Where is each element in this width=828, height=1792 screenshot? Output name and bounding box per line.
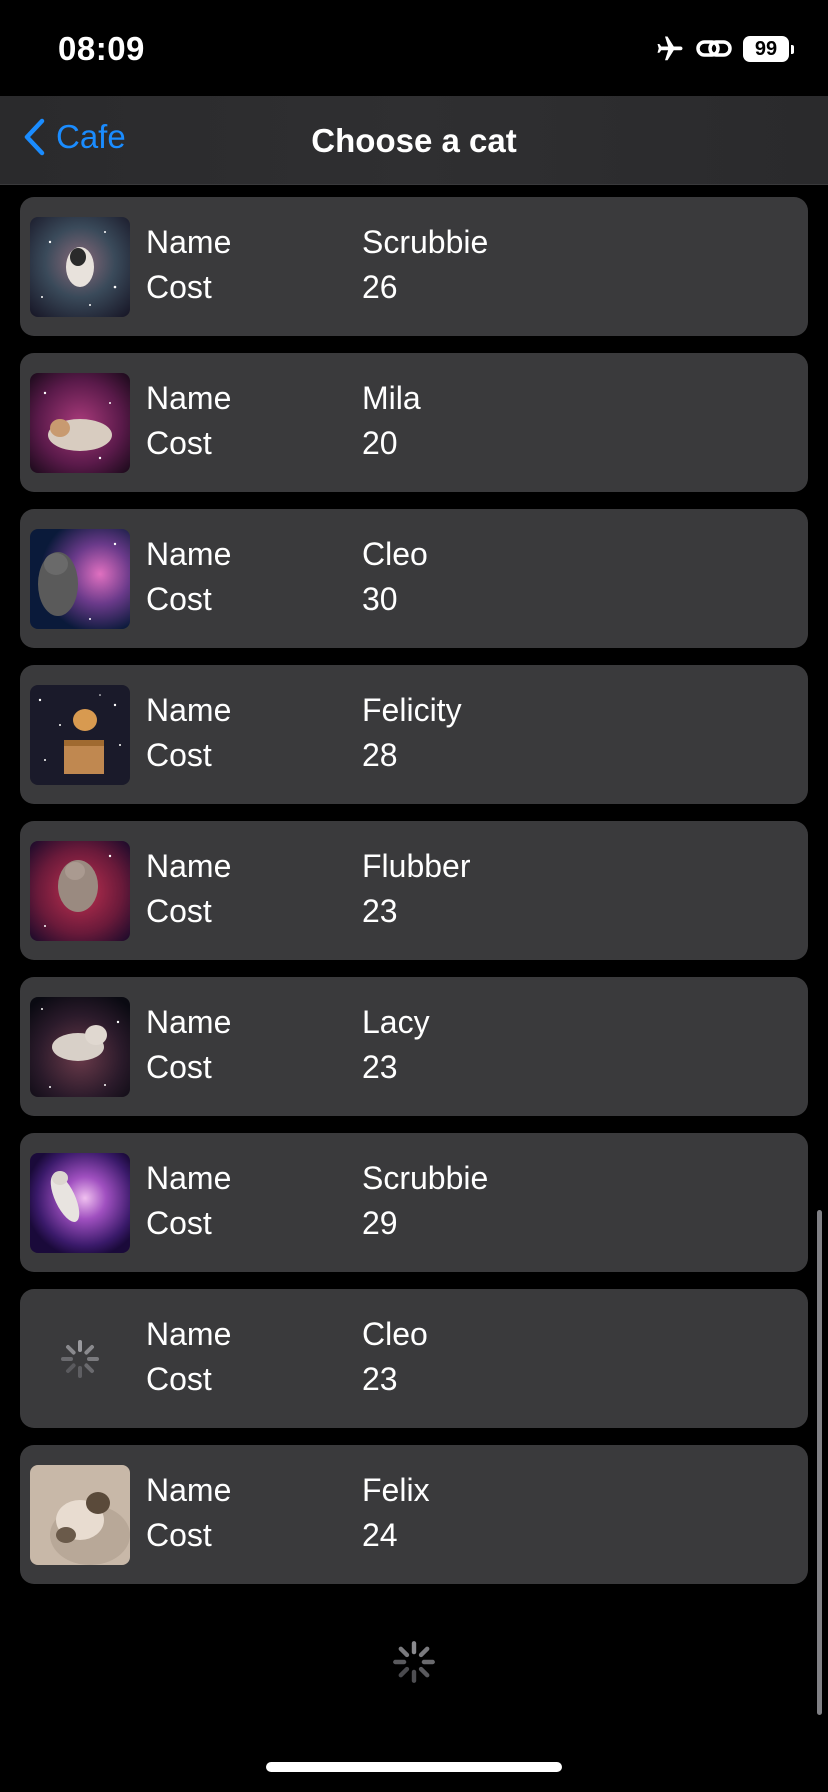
cat-thumbnail xyxy=(30,529,130,629)
cat-card[interactable]: Name Cost Felix 24 xyxy=(20,1445,808,1584)
airplane-icon xyxy=(657,36,683,61)
cat-card[interactable]: Name Cost Mila 20 xyxy=(20,353,808,492)
page-title: Choose a cat xyxy=(311,122,517,159)
cat-card[interactable]: Name Cost Lacy 23 xyxy=(20,977,808,1116)
cat-thumbnail xyxy=(30,685,130,785)
name-label: Name xyxy=(146,692,232,728)
cost-label: Cost xyxy=(146,1361,212,1397)
status-bar: 08:09 99 xyxy=(0,0,828,96)
thumbnail-loading xyxy=(30,1309,130,1409)
name-label: Name xyxy=(146,380,232,416)
cat-cost: 29 xyxy=(362,1205,398,1241)
cat-thumbnail xyxy=(30,841,130,941)
cat-name: Scrubbie xyxy=(362,224,489,260)
cat-cost: 23 xyxy=(362,893,398,929)
name-label: Name xyxy=(146,1004,232,1040)
name-label: Name xyxy=(146,1160,232,1196)
cat-cost: 26 xyxy=(362,269,398,305)
cat-card[interactable]: Name Cost Flubber 23 xyxy=(20,821,808,960)
battery-nub xyxy=(791,44,794,54)
cat-cost: 28 xyxy=(362,737,398,773)
cat-name: Cleo xyxy=(362,1316,428,1352)
cost-label: Cost xyxy=(146,737,212,773)
home-indicator[interactable] xyxy=(266,1762,562,1772)
link-icon xyxy=(696,40,732,57)
cat-cost: 23 xyxy=(362,1049,398,1085)
cost-label: Cost xyxy=(146,425,212,461)
status-icons: 99 xyxy=(655,34,794,64)
cost-label: Cost xyxy=(146,1049,212,1085)
cat-cost: 20 xyxy=(362,425,398,461)
cat-cost: 23 xyxy=(362,1361,398,1397)
cost-label: Cost xyxy=(146,1517,212,1553)
loading-more-spinner-icon xyxy=(393,1641,435,1683)
cat-name: Felicity xyxy=(362,692,462,728)
cat-name: Felix xyxy=(362,1472,430,1508)
cat-name: Flubber xyxy=(362,848,471,884)
name-label: Name xyxy=(146,224,232,260)
navigation-bar: Cafe Choose a cat xyxy=(0,96,828,185)
cat-card[interactable]: Name Cost Felicity 28 xyxy=(20,665,808,804)
name-label: Name xyxy=(146,848,232,884)
battery-icon: 99 xyxy=(743,36,789,62)
cost-label: Cost xyxy=(146,1205,212,1241)
cost-label: Cost xyxy=(146,581,212,617)
cat-name: Mila xyxy=(362,380,421,416)
cost-label: Cost xyxy=(146,893,212,929)
loading-spinner-icon xyxy=(61,1340,99,1378)
cat-thumbnail xyxy=(30,1465,130,1565)
cat-thumbnail xyxy=(30,217,130,317)
cat-thumbnail xyxy=(30,373,130,473)
name-label: Name xyxy=(146,1472,232,1508)
cat-name: Cleo xyxy=(362,536,428,572)
scroll-indicator[interactable] xyxy=(817,1210,822,1715)
cat-name: Scrubbie xyxy=(362,1160,489,1196)
cat-cost: 30 xyxy=(362,581,398,617)
cost-label: Cost xyxy=(146,269,212,305)
status-time: 08:09 xyxy=(58,30,145,67)
name-label: Name xyxy=(146,536,232,572)
cat-list: Name Cost Scrubbie 26 Name Cost Mila 20 xyxy=(20,197,808,1601)
cat-card[interactable]: Name Cost Scrubbie 26 xyxy=(20,197,808,336)
cat-cost: 24 xyxy=(362,1517,398,1553)
cat-thumbnail xyxy=(30,1153,130,1253)
cat-name: Lacy xyxy=(362,1004,430,1040)
cat-card[interactable]: Name Cost Cleo 30 xyxy=(20,509,808,648)
cat-thumbnail xyxy=(30,997,130,1097)
cat-card[interactable]: Name Cost Scrubbie 29 xyxy=(20,1133,808,1272)
cat-card[interactable]: Name Cost Cleo 23 xyxy=(20,1289,808,1428)
name-label: Name xyxy=(146,1316,232,1352)
